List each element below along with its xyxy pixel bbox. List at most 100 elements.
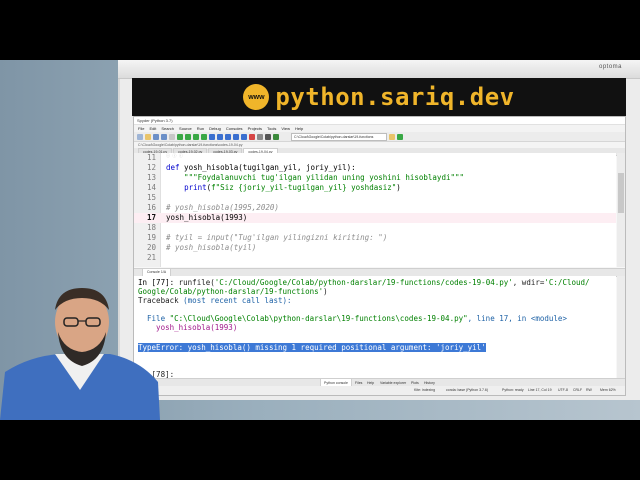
code-line[interactable]: 19 # tyil = input("Tug'ilgan yilingizni k… <box>134 233 616 243</box>
open-folder-icon[interactable] <box>145 133 151 140</box>
presenter-illustration <box>0 288 160 420</box>
code-editor[interactable]: 11 ⓘ ⓘ ⓘ 12 def yosh_hisobla(tugilgan_yil,… <box>134 153 616 267</box>
console-run-path: 'C:/Cloud/Google/Colab/python-darslar/19… <box>214 278 513 287</box>
projector-brand: optoma <box>598 64 622 70</box>
console-tab[interactable]: Console 1/A <box>142 269 172 276</box>
console-scrollbar[interactable] <box>617 276 625 378</box>
code-line[interactable]: 21 <box>134 253 616 263</box>
toolbar: C:\Cloud\Google\Colab\python-darslar\19-… <box>134 132 625 142</box>
line-text: # yosh_hisobla(1995,2020) <box>166 203 279 212</box>
site-banner: www python.sariq.dev <box>132 78 626 116</box>
code-line[interactable]: 11 ⓘ ⓘ ⓘ <box>134 153 616 163</box>
console-error-line[interactable]: TypeError: yosh_hisobla() missing 1 requ… <box>138 343 486 352</box>
menu-item-source[interactable]: Source <box>179 125 192 132</box>
step-into-icon[interactable] <box>225 133 231 140</box>
menu-item-run[interactable]: Run <box>197 125 204 132</box>
line-text: yosh_hisobla(1993) <box>166 213 248 222</box>
go-up-icon[interactable] <box>397 133 403 140</box>
stop-icon[interactable] <box>249 133 255 140</box>
status-permissions: RW <box>586 388 592 392</box>
traceback-note: (most recent call last): <box>183 296 292 305</box>
run-icon[interactable] <box>177 133 183 140</box>
code-line[interactable]: 12 def yosh_hisobla(tugilgan_yil, joriy_y… <box>134 163 616 173</box>
globe-www-icon: www <box>243 84 270 110</box>
banner-title: python.sariq.dev <box>275 83 515 111</box>
run-selection-icon[interactable] <box>201 133 207 140</box>
console-cmd: runfile( <box>178 278 215 287</box>
new-file-icon[interactable] <box>137 133 143 140</box>
code-line[interactable]: 14 print(f"Siz {joriy_yil-tugilgan_yil} … <box>134 183 616 193</box>
status-eol: CRLF <box>573 388 583 392</box>
maximize-pane-icon[interactable] <box>257 133 263 140</box>
save-all-icon[interactable] <box>161 133 167 140</box>
logo-text: www <box>248 93 265 101</box>
continue-icon[interactable] <box>241 133 247 140</box>
menu-item-tools[interactable]: Tools <box>267 125 276 132</box>
run-cell-advance-icon[interactable] <box>193 133 199 140</box>
editor-scrollbar[interactable] <box>617 153 625 267</box>
status-encoding: UTF-8 <box>558 388 568 392</box>
status-bar: Kite: indexing conda: base (Python 3.7.6… <box>134 386 625 395</box>
menu-item-consoles[interactable]: Consoles <box>226 125 243 132</box>
line-number: 18 <box>146 223 156 232</box>
presenter-photo <box>0 280 160 420</box>
line-text: """Foydalanuvchi tug'ilgan yilidan uning… <box>166 173 465 182</box>
console-run-line-cont: Google/Colab/python-darslar/19-functions… <box>138 287 328 296</box>
status-line-col: Line 17, Col 19 <box>528 388 552 392</box>
code-line[interactable]: 20 # yosh_hisobla(tyil) <box>134 243 616 253</box>
line-text: def yosh_hisobla(tugilgan_yil, joriy_yil… <box>166 163 356 172</box>
menu-item-file[interactable]: File <box>138 125 144 132</box>
line-number: 21 <box>146 253 156 262</box>
browse-folder-icon[interactable] <box>389 133 395 140</box>
line-number: 12 <box>146 163 156 172</box>
line-text: print(f"Siz {joriy_yil-tugilgan_yil} yos… <box>184 183 401 192</box>
code-line[interactable]: 16 # yosh_hisobla(1995,2020) <box>134 203 616 213</box>
code-line[interactable]: 13 """Foydalanuvchi tug'ilgan yilidan un… <box>134 173 616 183</box>
line-text: # tyil = input("Tug'ilgan yilingizni kir… <box>166 233 388 242</box>
projector-screen-housing: optoma <box>118 60 640 79</box>
debug-icon[interactable] <box>209 133 215 140</box>
status-lsp: Python: ready <box>502 388 524 392</box>
console-file-line: File "C:\Cloud\Google\Colab\python-darsl… <box>138 314 567 323</box>
video-letterbox-top <box>0 0 640 60</box>
save-icon[interactable] <box>153 133 159 140</box>
line-number: 19 <box>146 233 156 242</box>
run-cell-icon[interactable] <box>185 133 191 140</box>
python-path-icon[interactable] <box>273 133 279 140</box>
status-conda: conda: base (Python 3.7.6) <box>446 388 489 392</box>
menu-item-edit[interactable]: Edit <box>149 125 156 132</box>
window-title: Spyder (Python 3.7) <box>134 117 625 125</box>
line-number: 15 <box>146 193 156 202</box>
menu-item-view[interactable]: View <box>281 125 290 132</box>
video-letterbox-bottom <box>0 420 640 480</box>
file-line-suffix: , line 17, in <module> <box>467 314 567 323</box>
code-line-current[interactable]: 17 yosh_hisobla(1993) <box>134 213 616 223</box>
menu-item-help[interactable]: Help <box>295 125 303 132</box>
spyder-window: Spyder (Python 3.7) File Edit Search Source… <box>133 116 626 396</box>
editor-scrollbar-thumb[interactable] <box>618 173 624 213</box>
line-number: 17 <box>146 213 156 222</box>
code-line[interactable]: 15 <box>134 193 616 203</box>
line-text: # yosh_hisobla(tyil) <box>166 243 257 252</box>
menu-item-projects[interactable]: Projects <box>248 125 262 132</box>
console-wdir: 'C:/Cloud/ <box>544 278 590 287</box>
menu-bar: File Edit Search Source Run Debug Consoles Proj… <box>134 125 625 132</box>
wrench-icon[interactable] <box>265 133 271 140</box>
console-run-line: In [77]: runfile('C:/Cloud/Google/Colab/… <box>138 278 590 287</box>
line-text: ⓘ ⓘ ⓘ <box>166 153 183 158</box>
code-line[interactable]: 18 <box>134 223 616 233</box>
step-return-icon[interactable] <box>233 133 239 140</box>
file-line-path: "C:\Cloud\Google\Colab\python-darslar\19… <box>169 314 468 323</box>
ipython-console[interactable]: In [77]: runfile('C:/Cloud/Google/Colab/… <box>134 276 616 379</box>
menu-item-search[interactable]: Search <box>161 125 174 132</box>
console-wdir-label: , wdir= <box>512 278 545 287</box>
error-message[interactable]: TypeError: yosh_hisobla() missing 1 requ… <box>138 343 486 352</box>
line-number: 14 <box>146 183 156 192</box>
line-number: 16 <box>146 203 156 212</box>
new-window-icon[interactable] <box>169 133 175 140</box>
menu-item-debug[interactable]: Debug <box>209 125 221 132</box>
status-kite: Kite: indexing <box>414 388 436 392</box>
console-close-paren: ) <box>323 287 328 296</box>
step-icon[interactable] <box>217 133 223 140</box>
working-directory-input[interactable]: C:\Cloud\Google\Colab\python-darslar\19-… <box>291 132 387 141</box>
